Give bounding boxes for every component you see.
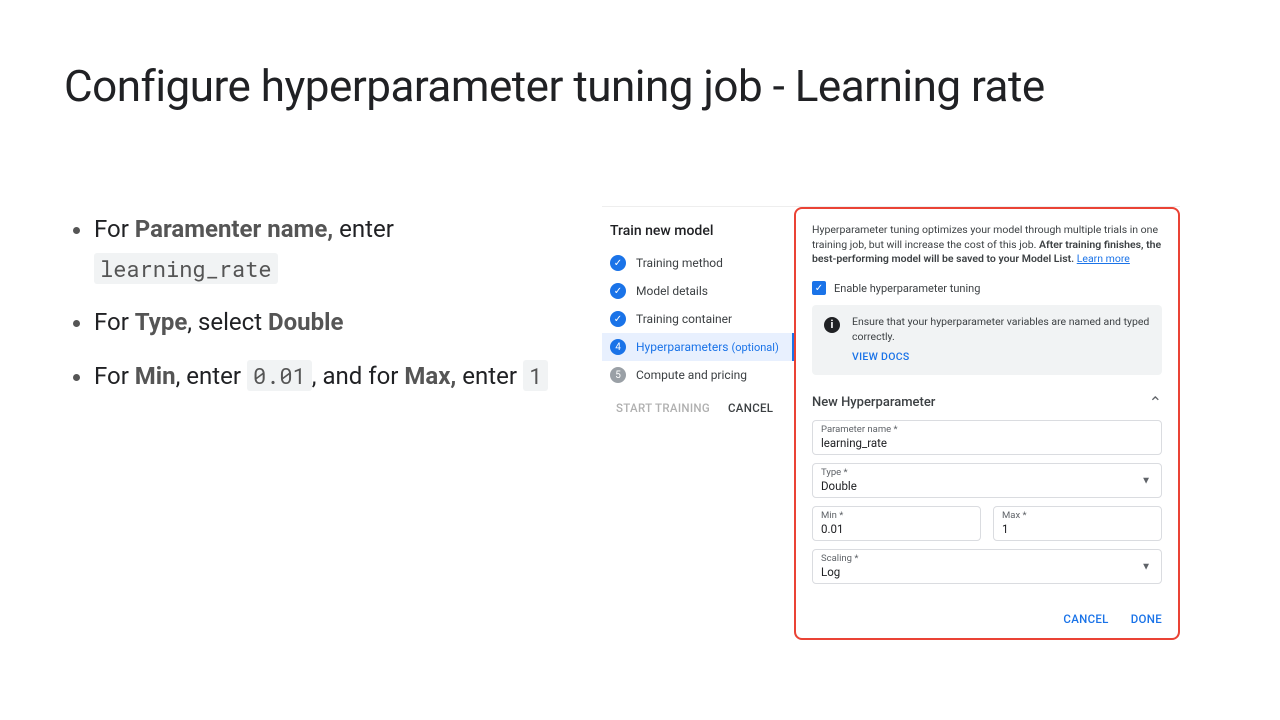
info-box: i Ensure that your hyperparameter variab… <box>812 305 1162 375</box>
step-label: Hyperparameters (optional) <box>636 340 779 354</box>
label-min: Min <box>135 362 176 390</box>
max-field[interactable]: Max * 1 <box>993 506 1162 541</box>
checkbox-label: Enable hyperparameter tuning <box>834 282 980 295</box>
check-icon: ✓ <box>610 311 626 327</box>
label-double: Double <box>268 308 343 336</box>
hyperparameter-panel: Hyperparameter tuning optimizes your mod… <box>794 207 1180 640</box>
step-label: Training container <box>636 312 732 326</box>
wizard-step-hyperparameters[interactable]: 4 Hyperparameters (optional) <box>602 333 794 361</box>
step-label: Training method <box>636 256 723 270</box>
view-docs-link[interactable]: VIEW DOCS <box>852 350 1150 365</box>
text: enter <box>456 362 523 390</box>
checkbox-checked-icon[interactable]: ✓ <box>812 281 826 295</box>
section-label: New Hyperparameter <box>812 395 935 410</box>
text: For <box>94 215 135 243</box>
text: , enter <box>176 362 247 390</box>
field-label: Parameter name * <box>821 424 1153 435</box>
label-type: Type <box>135 308 188 336</box>
dialog-done-button[interactable]: DONE <box>1131 612 1162 626</box>
field-label: Scaling * <box>821 553 1153 564</box>
instruction-item: For Min, enter 0.01, and for Max, enter … <box>94 357 574 397</box>
step-number-icon: 5 <box>610 367 626 383</box>
wizard-step-training-container[interactable]: ✓ Training container <box>602 305 794 333</box>
text: , select <box>187 308 268 336</box>
dropdown-caret-icon: ▼ <box>1141 475 1151 486</box>
code-max-value: 1 <box>523 360 548 391</box>
text: enter <box>333 215 394 243</box>
dialog-mockup: Train new model ✓ Training method ✓ Mode… <box>602 206 1180 640</box>
wizard-sidebar: Train new model ✓ Training method ✓ Mode… <box>602 207 794 640</box>
step-label: Model details <box>636 284 708 298</box>
field-value: Double <box>821 479 1153 493</box>
dialog-cancel-button[interactable]: CANCEL <box>1063 612 1108 626</box>
wizard-step-model-details[interactable]: ✓ Model details <box>602 277 794 305</box>
wizard-title: Train new model <box>602 219 794 249</box>
wizard-actions: START TRAINING CANCEL <box>602 389 794 415</box>
wizard-step-compute-pricing[interactable]: 5 Compute and pricing <box>602 361 794 389</box>
field-label: Max * <box>1002 510 1153 521</box>
text: For <box>94 308 135 336</box>
instruction-item: For Type, select Double <box>94 303 574 343</box>
parameter-name-field[interactable]: Parameter name * learning_rate <box>812 420 1162 455</box>
scaling-select[interactable]: Scaling * Log ▼ <box>812 549 1162 584</box>
text: , and for <box>312 362 405 390</box>
label-max: Max, <box>404 362 456 390</box>
new-hyperparameter-header[interactable]: New Hyperparameter ⌃ <box>812 393 1162 412</box>
code-learning-rate: learning_rate <box>94 253 278 284</box>
info-text: Ensure that your hyperparameter variable… <box>852 315 1149 343</box>
learn-more-link[interactable]: Learn more <box>1077 252 1130 265</box>
check-icon: ✓ <box>610 255 626 271</box>
cancel-button[interactable]: CANCEL <box>728 401 773 415</box>
instruction-item: For Paramenter name, enter learning_rate <box>94 210 574 289</box>
type-select[interactable]: Type * Double ▼ <box>812 463 1162 498</box>
chevron-up-icon: ⌃ <box>1149 393 1162 412</box>
field-value: 1 <box>1002 522 1153 536</box>
step-label: Compute and pricing <box>636 368 747 382</box>
code-min-value: 0.01 <box>247 360 312 391</box>
start-training-button[interactable]: START TRAINING <box>616 401 710 415</box>
field-value: 0.01 <box>821 522 972 536</box>
field-label: Type * <box>821 467 1153 478</box>
info-icon: i <box>824 317 840 333</box>
check-icon: ✓ <box>610 283 626 299</box>
wizard-step-training-method[interactable]: ✓ Training method <box>602 249 794 277</box>
instruction-list: For Paramenter name, enter learning_rate… <box>64 210 574 410</box>
field-value: learning_rate <box>821 436 1153 450</box>
field-label: Min * <box>821 510 972 521</box>
enable-tuning-row[interactable]: ✓ Enable hyperparameter tuning <box>812 281 1162 295</box>
step-number-icon: 4 <box>610 339 626 355</box>
field-value: Log <box>821 565 1153 579</box>
dropdown-caret-icon: ▼ <box>1141 561 1151 572</box>
dialog-actions: CANCEL DONE <box>812 594 1162 626</box>
label-parameter-name: Paramenter name, <box>135 215 333 243</box>
min-field[interactable]: Min * 0.01 <box>812 506 981 541</box>
text: For <box>94 362 135 390</box>
intro-text: Hyperparameter tuning optimizes your mod… <box>812 223 1162 267</box>
slide-title: Configure hyperparameter tuning job - Le… <box>64 60 1045 112</box>
